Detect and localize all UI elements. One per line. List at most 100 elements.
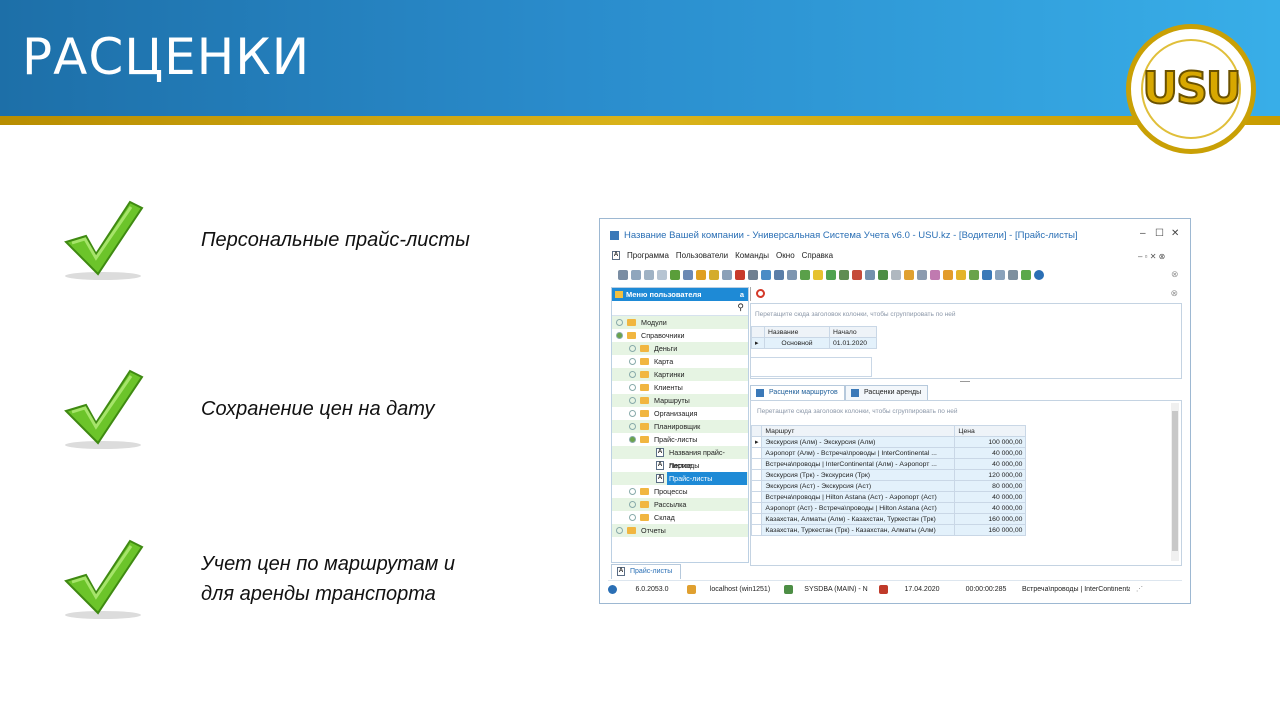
close-button[interactable]: ✕ — [1171, 228, 1179, 239]
toolbar-icon[interactable] — [735, 270, 745, 280]
close-circle-icon[interactable]: ⊗ — [1170, 288, 1178, 299]
toolbar-icon[interactable] — [995, 270, 1005, 280]
tree-item[interactable]: A Названия прайс-листов — [612, 446, 748, 470]
tree-item[interactable]: Процессы — [612, 485, 748, 498]
table-row[interactable]: ▸ Экскурсия (Алм) - Экскурсия (Алм) 100 00… — [750, 436, 1027, 448]
table-row[interactable]: Встреча\проводы | Hilton Astana (Аст) - … — [750, 491, 1027, 503]
column-header[interactable]: Цена — [954, 425, 1027, 437]
price-cell[interactable]: 40 000,00 — [954, 447, 1027, 459]
vertical-scrollbar[interactable] — [1171, 403, 1179, 561]
expand-icon[interactable] — [629, 371, 636, 378]
route-cell[interactable]: Аэропорт (Аст) - Встреча\проводы | Hilto… — [761, 502, 956, 514]
tree-item[interactable]: Склад — [612, 511, 748, 524]
resize-grip-icon[interactable]: ⋰ — [1136, 585, 1143, 593]
pin-icon[interactable]: a — [740, 288, 744, 301]
tree-item[interactable]: Прайс-листы — [612, 433, 748, 446]
toolbar-icon[interactable] — [943, 270, 953, 280]
route-cell[interactable]: Встреча\проводы | Hilton Astana (Аст) - … — [761, 491, 956, 503]
table-row[interactable]: Встреча\проводы | InterContinental (Алм)… — [750, 458, 1027, 470]
minimize-button[interactable]: – — [1140, 228, 1146, 239]
price-cell[interactable]: 160 000,00 — [954, 524, 1027, 536]
toolbar-icon[interactable] — [774, 270, 784, 280]
menu-programma[interactable]: Программа — [627, 251, 669, 263]
expand-icon[interactable] — [629, 514, 636, 521]
tree-item[interactable]: Планировщик — [612, 420, 748, 433]
collapse-icon[interactable] — [616, 332, 623, 339]
tree-item[interactable]: Деньги — [612, 342, 748, 355]
table-row[interactable]: Экскурсия (Аст) - Экскурсия (Аст) 80 000,… — [750, 480, 1027, 492]
table-row[interactable]: Аэропорт (Алм) - Встреча\проводы | Inter… — [750, 447, 1027, 459]
tree-item[interactable]: A Периоды — [612, 459, 748, 472]
menu-users[interactable]: Пользователи — [676, 251, 728, 263]
price-cell[interactable]: 80 000,00 — [954, 480, 1027, 492]
price-cell[interactable]: 40 000,00 — [954, 491, 1027, 503]
route-cell[interactable]: Аэропорт (Алм) - Встреча\проводы | Inter… — [761, 447, 956, 459]
menu-commands[interactable]: Команды — [735, 251, 769, 263]
toolbar-icon[interactable] — [930, 270, 940, 280]
expand-icon[interactable] — [629, 423, 636, 430]
new-row-area[interactable] — [751, 357, 872, 377]
toolbar-icon[interactable] — [800, 270, 810, 280]
tree-item[interactable]: Клиенты — [612, 381, 748, 394]
tab-route-prices[interactable]: Расценки маршрутов — [750, 385, 845, 400]
tree-item[interactable]: Рассылка — [612, 498, 748, 511]
toolbar-icon[interactable] — [787, 270, 797, 280]
toolbar-icon[interactable] — [904, 270, 914, 280]
toolbar-icon[interactable] — [618, 270, 628, 280]
column-header[interactable]: Маршрут — [761, 425, 956, 437]
splitter[interactable] — [960, 381, 970, 382]
info-icon[interactable] — [1034, 270, 1044, 280]
tab-rental-prices[interactable]: Расценки аренды — [845, 385, 929, 400]
table-row[interactable]: Аэропорт (Аст) - Встреча\проводы | Hilto… — [750, 502, 1027, 514]
toolbar-icon[interactable] — [982, 270, 992, 280]
search-icon[interactable]: ⚲ — [737, 302, 744, 313]
toolbar-icon[interactable] — [709, 270, 719, 280]
toolbar-icon[interactable] — [1021, 270, 1031, 280]
tree-item[interactable]: Справочники — [612, 329, 748, 342]
close-circle-icon[interactable]: ⊗ — [1171, 269, 1179, 280]
price-cell[interactable]: 160 000,00 — [954, 513, 1027, 525]
toolbar-icon[interactable] — [644, 270, 654, 280]
toolbar-icon[interactable] — [748, 270, 758, 280]
expand-icon[interactable] — [616, 527, 623, 534]
expand-icon[interactable] — [616, 319, 623, 326]
expand-icon[interactable] — [629, 384, 636, 391]
tab-price-lists[interactable]: A Прайс-листы — [611, 564, 682, 579]
expand-icon[interactable] — [629, 397, 636, 404]
route-cell[interactable]: Экскурсия (Трк) - Экскурсия (Трк) — [761, 469, 956, 481]
tree-item[interactable]: Отчеты — [612, 524, 748, 537]
menu-help[interactable]: Справка — [802, 251, 833, 263]
toolbar-icon[interactable] — [631, 270, 641, 280]
tree-item[interactable]: Организация — [612, 407, 748, 420]
tree-item[interactable]: Модули — [612, 316, 748, 329]
route-cell[interactable]: Экскурсия (Алм) - Экскурсия (Алм) — [761, 436, 956, 448]
toolbar-icon[interactable] — [865, 270, 875, 280]
tree-item[interactable]: Маршруты — [612, 394, 748, 407]
column-header[interactable]: Название — [764, 326, 830, 338]
menu-search[interactable]: ⚲ — [612, 301, 748, 316]
table-row[interactable]: Казахстан, Алматы (Алм) - Казахстан, Тур… — [750, 513, 1027, 525]
price-cell[interactable]: 100 000,00 — [954, 436, 1027, 448]
expand-icon[interactable] — [629, 501, 636, 508]
toolbar-icon[interactable] — [878, 270, 888, 280]
expand-icon[interactable] — [629, 345, 636, 352]
toolbar-icon[interactable] — [826, 270, 836, 280]
expand-icon[interactable] — [629, 488, 636, 495]
toolbar-icon[interactable] — [969, 270, 979, 280]
tree-item[interactable]: Картинки — [612, 368, 748, 381]
toolbar-icon[interactable] — [852, 270, 862, 280]
scrollbar-thumb[interactable] — [1172, 411, 1178, 551]
table-cell[interactable]: 01.01.2020 — [829, 337, 877, 349]
menu-window[interactable]: Окно — [776, 251, 795, 263]
route-cell[interactable]: Экскурсия (Аст) - Экскурсия (Аст) — [761, 480, 956, 492]
toolbar-icon[interactable] — [956, 270, 966, 280]
toolbar-icon[interactable] — [891, 270, 901, 280]
tree-item[interactable]: A Прайс-листы — [612, 472, 748, 485]
price-cell[interactable]: 120 000,00 — [954, 469, 1027, 481]
toolbar-icon[interactable] — [696, 270, 706, 280]
toolbar-icon[interactable] — [917, 270, 927, 280]
toolbar-icon[interactable] — [813, 270, 823, 280]
price-cell[interactable]: 40 000,00 — [954, 458, 1027, 470]
expand-icon[interactable] — [629, 410, 636, 417]
toolbar-icon[interactable] — [761, 270, 771, 280]
